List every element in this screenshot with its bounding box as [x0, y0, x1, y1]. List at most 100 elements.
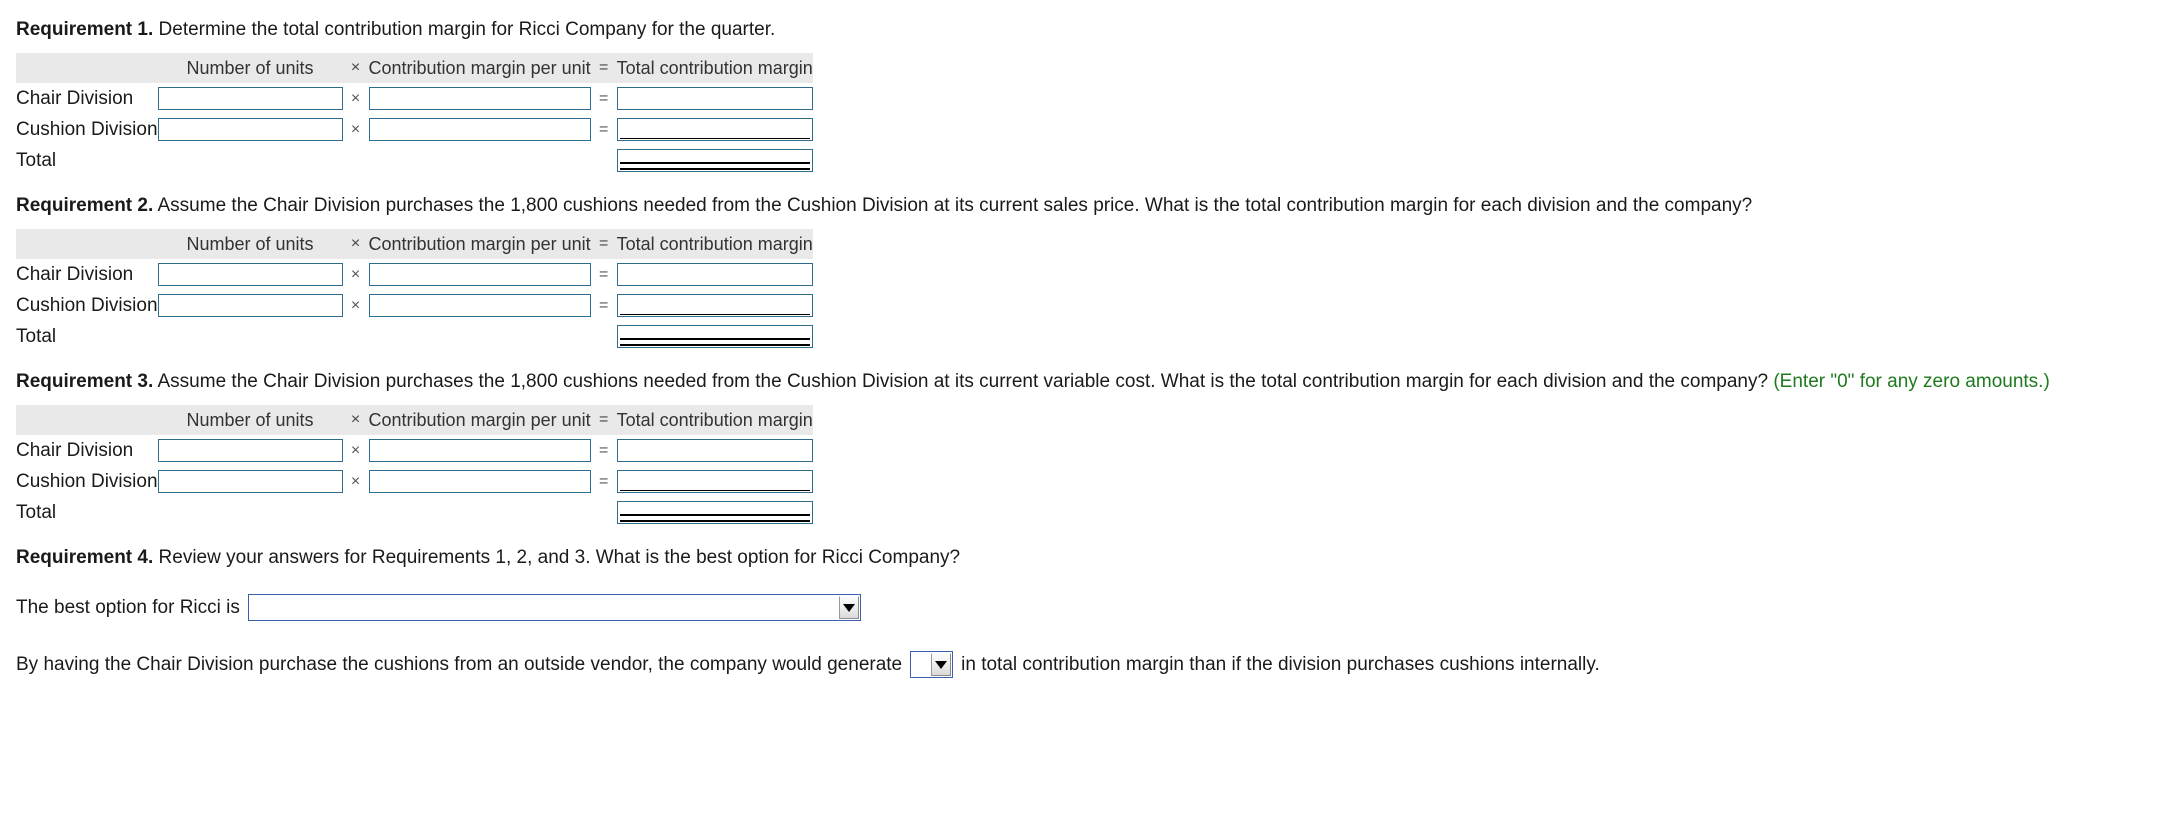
table-header-row: Number of units × Contribution margin pe… [16, 405, 813, 435]
cell-total-eq-blank [591, 145, 617, 176]
input-r2-cushion-units[interactable] [157, 294, 343, 317]
header-contribution-margin-per-unit: Contribution margin per unit [368, 405, 591, 435]
table-row-chair-division: Chair Division × = [16, 83, 813, 114]
worksheet-page: Requirement 1. Determine the total contr… [0, 0, 2182, 678]
cell-total-cmpu-blank [369, 321, 591, 352]
input-r1-cushion-cmpu[interactable] [368, 118, 591, 141]
requirement-1-text: Determine the total contribution margin … [158, 19, 776, 40]
cell-chair-total [616, 83, 813, 114]
chevron-down-icon[interactable] [838, 596, 859, 619]
cell-total-units-blank [158, 145, 343, 176]
table-row-chair-division: Chair Division × = [16, 435, 813, 466]
outside-vendor-text-after: in total contribution margin than if the… [961, 653, 1600, 675]
header-blank [16, 405, 158, 435]
cell-cushion-units [157, 466, 343, 497]
cell-chair-units [157, 259, 343, 290]
table-row-total: Total [16, 321, 813, 352]
operator-equals: = [598, 89, 609, 107]
cell-total-cmpu-blank [369, 145, 591, 176]
outside-vendor-sentence-row: By having the Chair Division purchase th… [16, 651, 2166, 678]
header-contribution-margin-per-unit: Contribution margin per unit [368, 229, 591, 259]
header-multiply-operator: × [342, 405, 369, 435]
generate-amount-dropdown[interactable] [910, 651, 954, 678]
input-r1-chair-cmpu[interactable] [368, 87, 591, 110]
cell-chair-units [157, 83, 343, 114]
cell-grand-total [616, 497, 813, 528]
header-number-of-units: Number of units [157, 229, 343, 259]
requirement-3-prompt: Requirement 3. Assume the Chair Division… [16, 370, 2166, 394]
input-r3-chair-total[interactable] [616, 439, 813, 462]
input-r1-cushion-units[interactable] [157, 118, 343, 141]
best-option-dropdown[interactable] [247, 594, 861, 621]
table-header-row: Number of units × Contribution margin pe… [16, 53, 813, 83]
input-r3-chair-units[interactable] [157, 439, 343, 462]
input-r1-chair-units[interactable] [157, 87, 343, 110]
cell-grand-total [616, 321, 813, 352]
header-total-contribution-margin: Total contribution margin [616, 53, 813, 83]
requirement-3-table: Number of units × Contribution margin pe… [16, 405, 813, 528]
requirement-3-hint: (Enter "0" for any zero amounts.) [1773, 371, 2050, 392]
input-r1-cushion-total[interactable] [616, 118, 813, 141]
operator-multiply: × [350, 89, 361, 107]
operator-equals: = [598, 472, 609, 490]
table-row-cushion-division: Cushion Division × = [16, 466, 813, 497]
cell-cushion-total [616, 290, 813, 321]
input-r1-chair-total[interactable] [616, 87, 813, 110]
input-r2-chair-units[interactable] [157, 263, 343, 286]
header-multiply-operator: × [342, 53, 369, 83]
cell-grand-total [616, 145, 813, 176]
operator-equals: = [598, 265, 609, 283]
input-r2-cushion-total[interactable] [616, 294, 813, 317]
cell-chair-cmpu [368, 83, 591, 114]
operator-equals: = [598, 120, 609, 138]
table-row-cushion-division: Cushion Division × = [16, 290, 813, 321]
row-label-chair-division: Chair Division [16, 263, 134, 285]
cell-cushion-cmpu [368, 290, 591, 321]
operator-equals: = [598, 441, 609, 459]
row-label-total: Total [16, 325, 57, 347]
cell-total-op-blank [343, 321, 369, 352]
input-r2-cushion-cmpu[interactable] [368, 294, 591, 317]
header-number-of-units: Number of units [157, 405, 343, 435]
best-option-label: The best option for Ricci is [16, 596, 240, 618]
operator-multiply: × [350, 120, 361, 138]
operator-multiply: × [350, 265, 361, 283]
cell-total-op-blank [343, 497, 369, 528]
requirement-1-prompt: Requirement 1. Determine the total contr… [16, 18, 2166, 42]
table-header-row: Number of units × Contribution margin pe… [16, 229, 813, 259]
row-label-chair-division: Chair Division [16, 87, 134, 109]
input-r3-cushion-cmpu[interactable] [368, 470, 591, 493]
operator-equals: = [598, 296, 609, 314]
input-r2-chair-cmpu[interactable] [368, 263, 591, 286]
input-r3-grand-total[interactable] [616, 501, 813, 524]
cell-total-eq-blank [591, 321, 617, 352]
cell-chair-total [616, 435, 813, 466]
cell-cushion-total [616, 114, 813, 145]
operator-multiply: × [350, 472, 361, 490]
requirement-2-table: Number of units × Contribution margin pe… [16, 229, 813, 352]
input-r3-chair-cmpu[interactable] [368, 439, 591, 462]
requirement-3-text: Assume the Chair Division purchases the … [157, 371, 1769, 392]
input-r3-cushion-units[interactable] [157, 470, 343, 493]
requirement-1-table: Number of units × Contribution margin pe… [16, 53, 813, 176]
requirement-3-label: Requirement 3. [16, 371, 154, 392]
header-contribution-margin-per-unit: Contribution margin per unit [368, 53, 591, 83]
cell-cushion-cmpu [368, 466, 591, 497]
input-r2-chair-total[interactable] [616, 263, 813, 286]
requirement-4-prompt: Requirement 4. Review your answers for R… [16, 546, 2166, 570]
chevron-down-icon[interactable] [931, 653, 952, 676]
header-equals-operator: = [590, 229, 617, 259]
row-label-total: Total [16, 501, 57, 523]
input-r3-cushion-total[interactable] [616, 470, 813, 493]
row-label-chair-division: Chair Division [16, 439, 134, 461]
header-equals-operator: = [590, 405, 617, 435]
header-number-of-units: Number of units [157, 53, 343, 83]
input-r1-grand-total[interactable] [616, 149, 813, 172]
row-label-cushion-division: Cushion Division [16, 118, 158, 140]
operator-multiply: × [350, 441, 361, 459]
cell-chair-units [157, 435, 343, 466]
header-multiply-operator: × [342, 229, 369, 259]
cell-cushion-units [157, 114, 343, 145]
cell-total-eq-blank [591, 497, 617, 528]
input-r2-grand-total[interactable] [616, 325, 813, 348]
